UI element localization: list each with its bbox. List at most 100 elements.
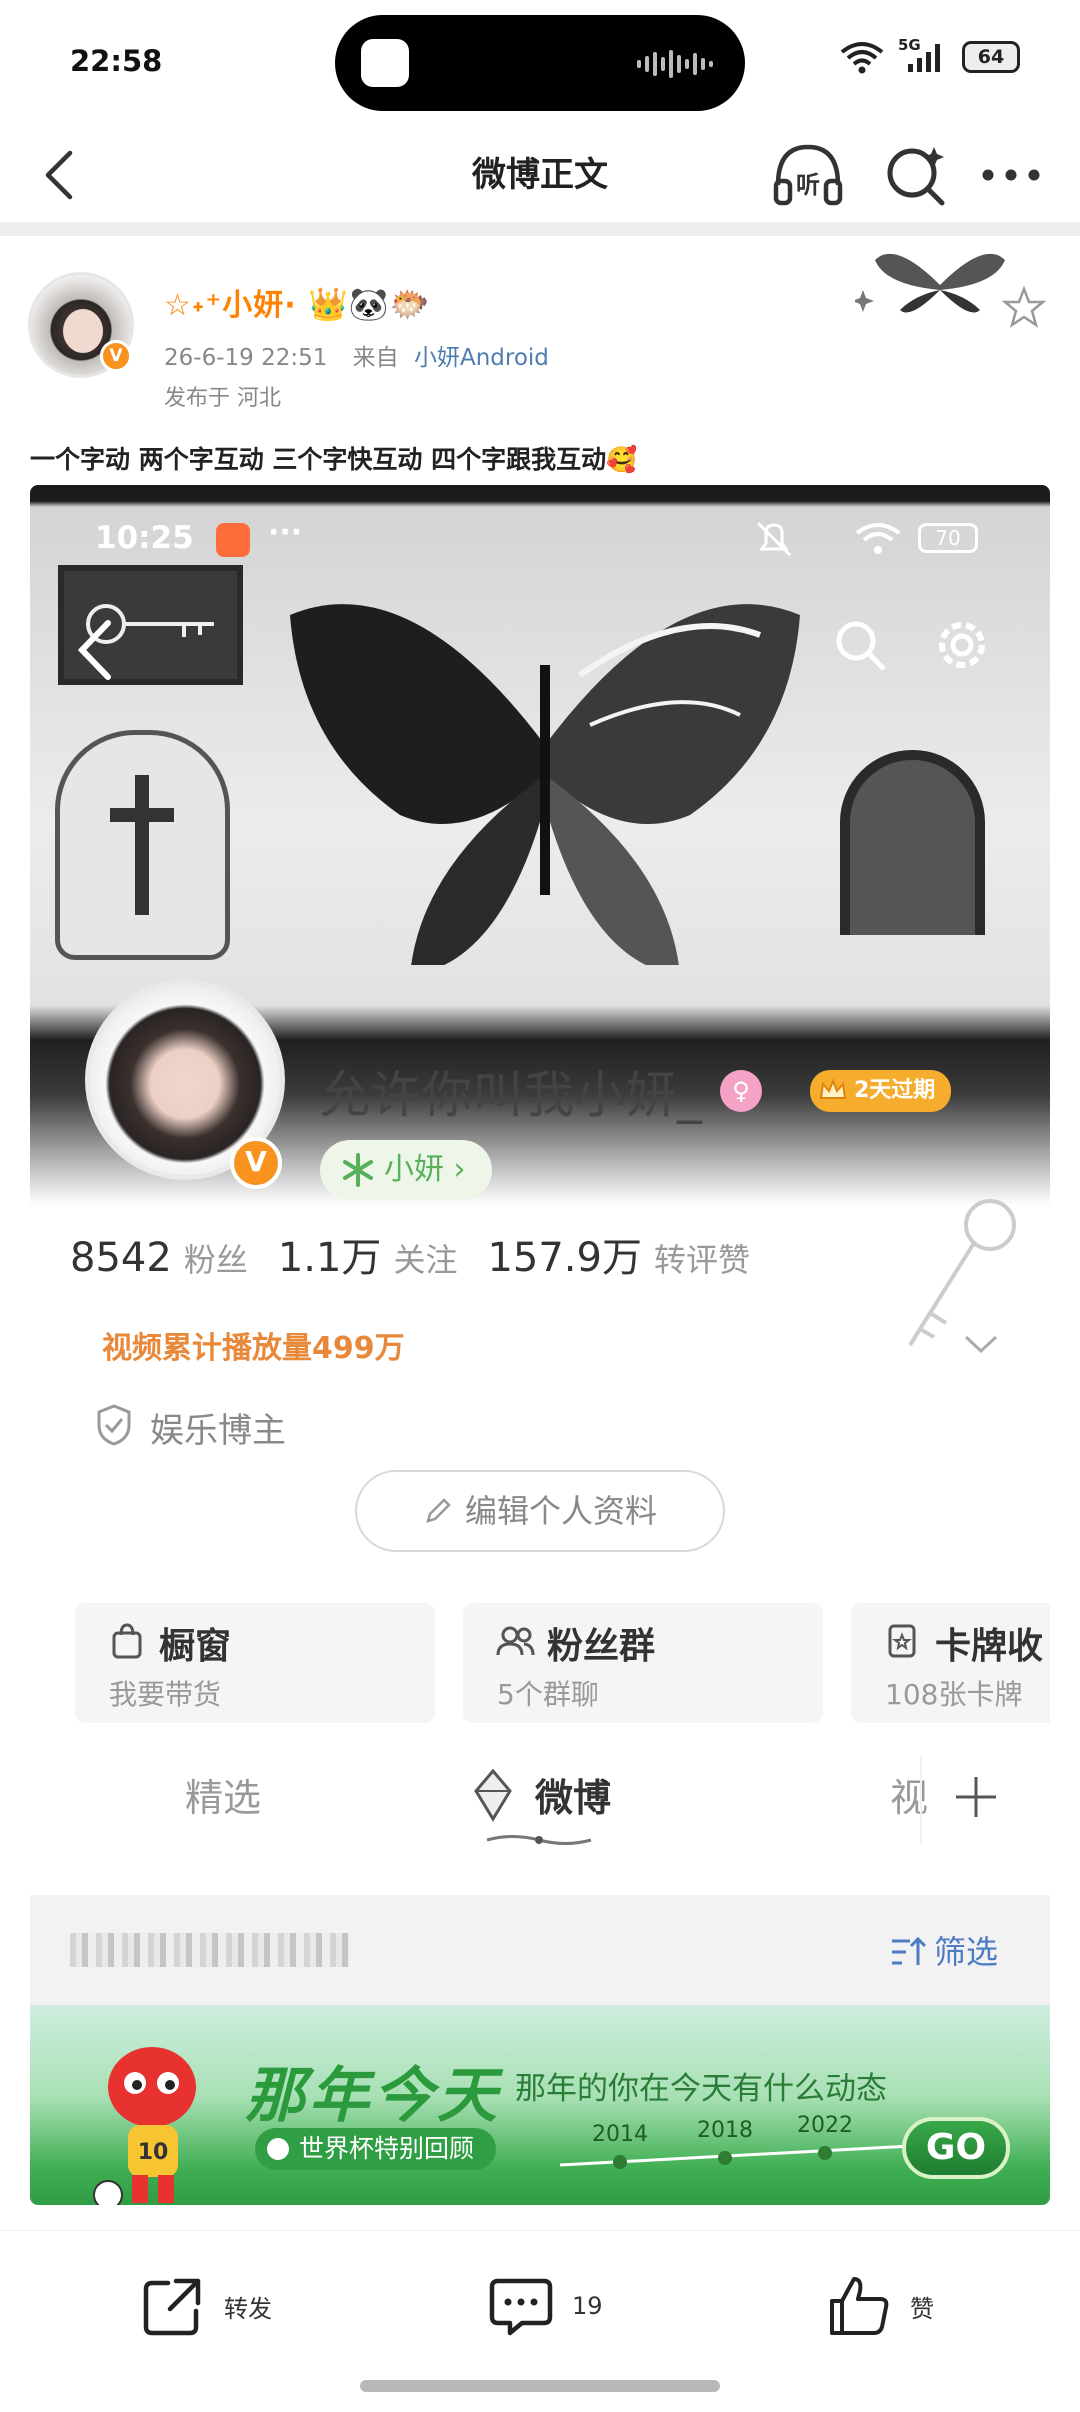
shield-check-icon xyxy=(97,1404,131,1446)
people-icon xyxy=(496,1626,535,1656)
nav-bar: 微博正文 听 xyxy=(0,125,1080,225)
blurred-text xyxy=(70,1933,350,1967)
fan-group-chip: 小妍 › xyxy=(320,1140,492,1200)
shopping-bag-icon xyxy=(112,1623,142,1659)
go-button: GO xyxy=(902,2117,1010,2179)
embed-back-icon xyxy=(77,620,111,680)
stat-label: 粉丝 xyxy=(183,1241,248,1279)
profile-banner: 10:25 ··· 70 V 允许你叫我小妍_ ♀ 2天过期 小妍 › xyxy=(30,485,1050,1205)
author-name-text: ☆˖⁺小妍· xyxy=(164,288,297,323)
embed-nickname: 允许你叫我小妍_ xyxy=(320,1066,703,1124)
like-button[interactable]: 赞 xyxy=(826,2271,934,2341)
repost-icon xyxy=(143,2278,201,2336)
embed-status-time: 10:25 xyxy=(95,520,194,556)
comment-count: 19 xyxy=(572,2292,603,2320)
embed-verified-badge-icon: V xyxy=(230,1137,282,1189)
mute-bell-icon xyxy=(756,521,792,557)
vip-expiry: 2天过期 xyxy=(854,1078,936,1103)
filter-button: 筛选 xyxy=(890,1927,998,1973)
card-subtitle: 5个群聊 xyxy=(497,1678,599,1711)
card-title: 粉丝群 xyxy=(547,1626,656,1667)
source-prefix: 来自 xyxy=(352,345,399,371)
profile-tabs: 精选 微博 视 xyxy=(30,1755,1050,1845)
card-subtitle: 我要带货 xyxy=(109,1678,222,1711)
star-icon xyxy=(1002,285,1046,328)
embed-wifi-icon xyxy=(855,523,901,554)
repost-button[interactable]: 转发 xyxy=(140,2271,272,2341)
tab-video: 视 xyxy=(890,1776,929,1820)
thumbs-up-icon xyxy=(830,2277,889,2335)
tab-divider xyxy=(920,1755,922,1845)
card-trading-cards: 卡牌收 108张卡牌 xyxy=(851,1603,1050,1723)
listen-headphones-icon[interactable]: 听 xyxy=(770,137,846,213)
post-source-link[interactable]: 小妍Android xyxy=(414,345,549,371)
stat-label: 关注 xyxy=(393,1241,458,1279)
search-icon[interactable] xyxy=(878,137,954,213)
comment-button[interactable]: 19 xyxy=(488,2271,603,2341)
verified-badge-icon: V xyxy=(100,340,132,372)
world-cup-tag-label: 世界杯特别回顾 xyxy=(299,2134,475,2163)
repost-label: 转发 xyxy=(224,2294,272,2323)
listen-label: 听 xyxy=(796,171,820,199)
signal-icon: 5G xyxy=(898,36,948,74)
on-this-day-banner: 10 那年今天 那年的你在今天有什么动态 世界杯特别回顾 2014 2018 2… xyxy=(30,2005,1050,2205)
filter-sort-icon xyxy=(892,1936,926,1965)
stat-value: 157.9万 xyxy=(487,1235,642,1281)
female-icon: ♀ xyxy=(720,1070,762,1112)
tab-featured: 精选 xyxy=(185,1776,262,1820)
audio-wave-icon xyxy=(637,49,717,79)
year-timeline: 2014 2018 2022 xyxy=(560,2113,931,2169)
dynamic-island[interactable] xyxy=(335,15,745,111)
embed-battery-icon: 70 xyxy=(918,523,978,553)
wifi-icon xyxy=(840,42,884,74)
card-subtitle: 108张卡牌 xyxy=(885,1678,1023,1711)
snowflake-icon xyxy=(343,1153,373,1187)
post-meta: 26-6-19 22:51 来自 小妍Android xyxy=(164,338,549,372)
more-options-icon[interactable] xyxy=(978,149,1044,201)
promo-description: 那年的你在今天有什么动态 xyxy=(515,2071,887,2107)
home-indicator[interactable] xyxy=(360,2380,720,2392)
notification-app-icon xyxy=(216,523,250,557)
cross-window-decoration xyxy=(55,730,230,960)
embed-settings-icon xyxy=(939,622,985,668)
edit-profile-button: 编辑个人资料 xyxy=(355,1470,725,1552)
card-title: 卡牌收 xyxy=(935,1626,1044,1667)
embed-status-more-icon: ··· xyxy=(268,515,303,550)
stat-value: 1.1万 xyxy=(277,1235,382,1281)
video-play-count: 视频累计播放量499万 xyxy=(102,1331,405,1366)
butterfly-decoration-icon xyxy=(855,253,1005,313)
music-app-icon xyxy=(361,39,409,87)
comment-icon xyxy=(489,2278,553,2336)
post-action-bar: 转发 19 赞 xyxy=(0,2230,1080,2380)
section-divider xyxy=(0,222,1080,236)
card-fan-group: 粉丝群 5个群聊 xyxy=(463,1603,823,1723)
status-time: 22:58 xyxy=(70,44,163,78)
status-icons: 5G 64 xyxy=(840,36,1020,74)
filter-bar: 筛选 xyxy=(30,1895,1050,2005)
arch-door-decoration xyxy=(840,750,985,935)
author-badges: 👑🐼🐡 xyxy=(308,285,431,323)
edit-profile-label: 编辑个人资料 xyxy=(464,1492,657,1530)
tab-underline-decoration xyxy=(486,1835,592,1845)
post-date: 26-6-19 22:51 xyxy=(164,345,328,371)
feature-cards: 橱窗 我要带货 粉丝群 5个群聊 卡牌收 108张卡牌 xyxy=(75,1603,1050,1723)
year-label: 2014 xyxy=(592,2122,648,2147)
fan-group-label: 小妍 › xyxy=(384,1152,466,1187)
card-collection-icon xyxy=(888,1624,916,1658)
post-image[interactable]: 10:25 ··· 70 V 允许你叫我小妍_ ♀ 2天过期 小妍 › 8542… xyxy=(30,485,1050,2205)
battery-icon: 64 xyxy=(962,41,1020,73)
weibo-mascot-icon: 10 xyxy=(93,2047,196,2205)
year-label: 2022 xyxy=(797,2113,853,2138)
entertainment-blogger-label: 娱乐博主 xyxy=(150,1411,286,1451)
like-label: 赞 xyxy=(910,2294,934,2323)
author-name[interactable]: ☆˖⁺小妍· 👑🐼🐡 xyxy=(164,280,431,324)
stat-following: 1.1万 关注 xyxy=(278,1225,458,1283)
filter-label: 筛选 xyxy=(934,1933,999,1971)
profile-stats: 8542 粉丝 1.1万 关注 157.9万 转评赞 xyxy=(70,1225,750,1283)
crown-icon xyxy=(819,1078,847,1099)
soccer-ball-icon xyxy=(267,2138,289,2160)
stat-value: 8542 xyxy=(70,1235,172,1281)
card-title: 橱窗 xyxy=(159,1626,232,1667)
status-bar: 22:58 5G 64 xyxy=(0,0,1080,125)
vip-badge: 2天过期 xyxy=(810,1070,952,1112)
